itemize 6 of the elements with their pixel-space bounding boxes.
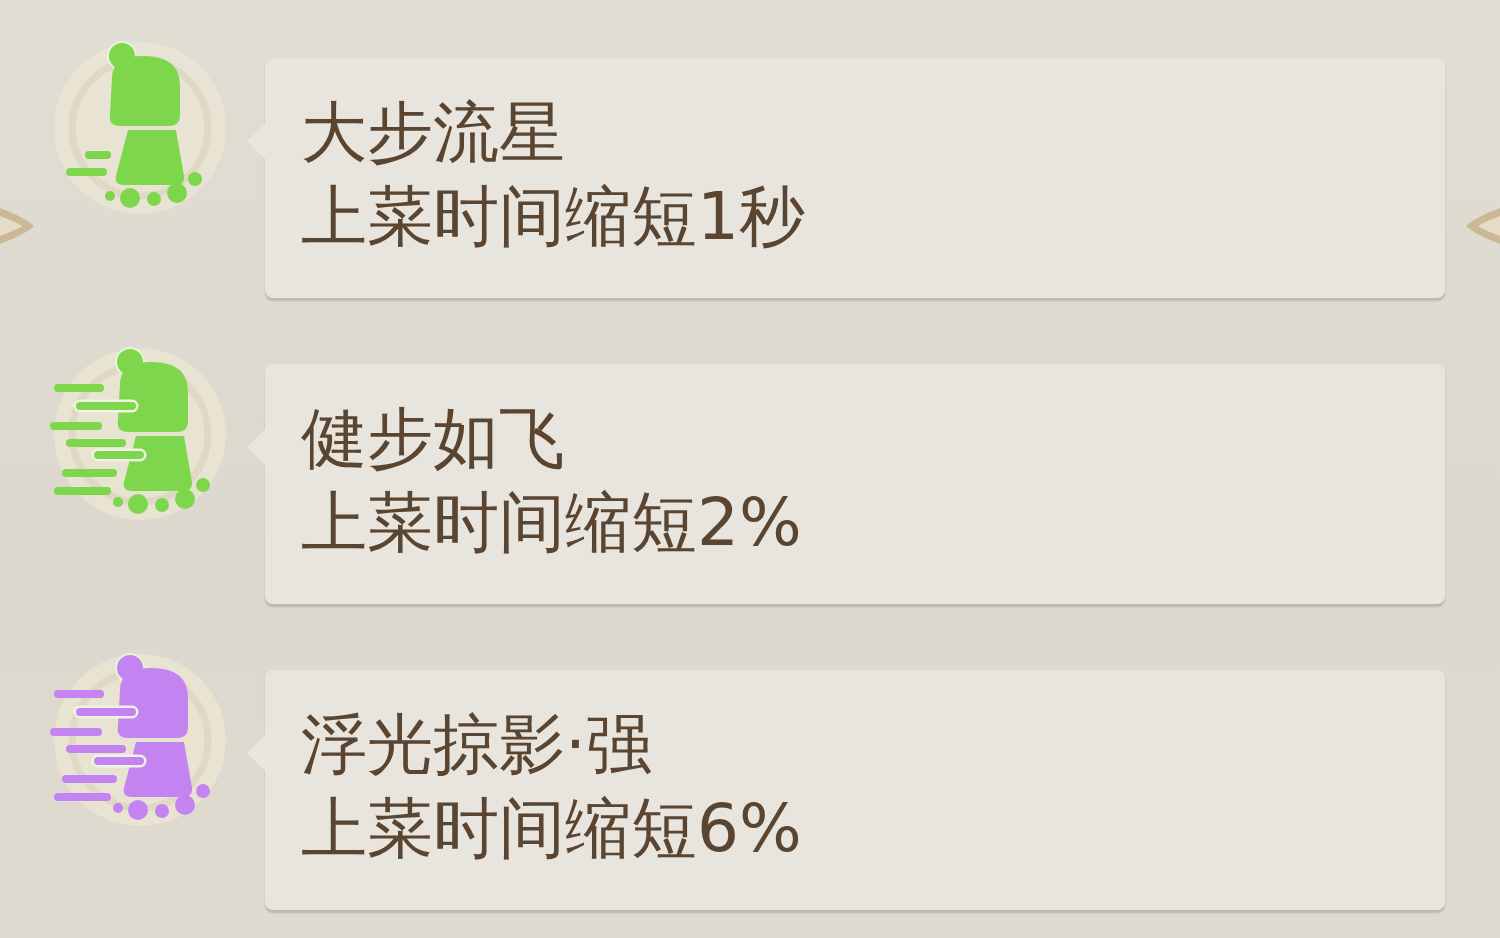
buff-title: 大步流星 xyxy=(301,93,566,173)
buff-description: 上菜时间缩短6% xyxy=(301,789,803,869)
buff-title: 健步如飞 xyxy=(301,399,566,479)
buff-description: 上菜时间缩短1秒 xyxy=(301,177,806,257)
buff-title: 浮光掠影·强 xyxy=(301,705,653,785)
buff-description: 上菜时间缩短2% xyxy=(301,483,803,563)
